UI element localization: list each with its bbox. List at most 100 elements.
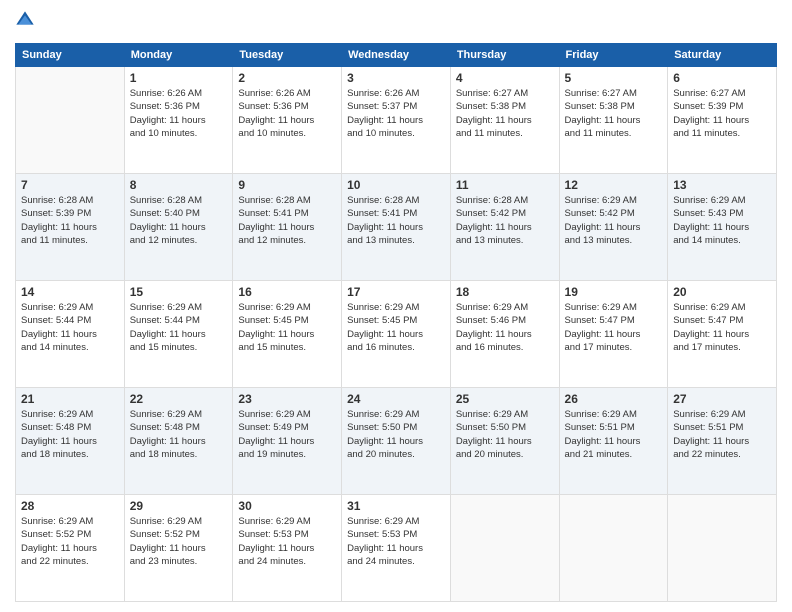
calendar-header-thursday: Thursday: [450, 44, 559, 67]
calendar-cell: 9 Sunrise: 6:28 AM Sunset: 5:41 PM Daylig…: [233, 174, 342, 281]
calendar-cell: 31 Sunrise: 6:29 AM Sunset: 5:53 PM Dayli…: [342, 495, 451, 602]
day-number: 17: [347, 285, 445, 299]
calendar-cell: 20Sunrise: 6:29 AM Sunset: 5:47 PM Dayli…: [668, 281, 777, 388]
day-number: 20: [673, 285, 771, 299]
day-info: Sunrise: 6:29 AM Sunset: 5:50 PM Dayligh…: [456, 408, 554, 461]
calendar-week-1: 1 Sunrise: 6:26 AM Sunset: 5:36 PM Daylig…: [16, 67, 777, 174]
day-number: 22: [130, 392, 228, 406]
day-number: 5: [565, 71, 663, 85]
day-info: Sunrise: 6:29 AM Sunset: 5:53 PM Dayligh…: [238, 515, 336, 568]
calendar-header-monday: Monday: [124, 44, 233, 67]
calendar-cell: [16, 67, 125, 174]
day-info: Sunrise: 6:27 AM Sunset: 5:39 PM Dayligh…: [673, 87, 771, 140]
day-info: Sunrise: 6:29 AM Sunset: 5:46 PM Dayligh…: [456, 301, 554, 354]
calendar-cell: 27 Sunrise: 6:29 AM Sunset: 5:51 PM Dayli…: [668, 388, 777, 495]
calendar-cell: 30 Sunrise: 6:29 AM Sunset: 5:53 PM Dayli…: [233, 495, 342, 602]
day-number: 16: [238, 285, 336, 299]
day-number: 26: [565, 392, 663, 406]
day-info: Sunrise: 6:28 AM Sunset: 5:39 PM Dayligh…: [21, 194, 119, 247]
day-info: Sunrise: 6:29 AM Sunset: 5:49 PM Dayligh…: [238, 408, 336, 461]
day-number: 2: [238, 71, 336, 85]
calendar-week-5: 28 Sunrise: 6:29 AM Sunset: 5:52 PM Dayli…: [16, 495, 777, 602]
calendar-cell: 16 Sunrise: 6:29 AM Sunset: 5:45 PM Dayli…: [233, 281, 342, 388]
day-number: 29: [130, 499, 228, 513]
day-info: Sunrise: 6:29 AM Sunset: 5:50 PM Dayligh…: [347, 408, 445, 461]
calendar-cell: 21 Sunrise: 6:29 AM Sunset: 5:48 PM Dayli…: [16, 388, 125, 495]
day-info: Sunrise: 6:28 AM Sunset: 5:41 PM Dayligh…: [238, 194, 336, 247]
calendar-week-3: 14 Sunrise: 6:29 AM Sunset: 5:44 PM Dayli…: [16, 281, 777, 388]
day-info: Sunrise: 6:29 AM Sunset: 5:51 PM Dayligh…: [565, 408, 663, 461]
day-info: Sunrise: 6:29 AM Sunset: 5:51 PM Dayligh…: [673, 408, 771, 461]
day-number: 4: [456, 71, 554, 85]
day-number: 18: [456, 285, 554, 299]
calendar-cell: 5 Sunrise: 6:27 AM Sunset: 5:38 PM Daylig…: [559, 67, 668, 174]
calendar-cell: 13 Sunrise: 6:29 AM Sunset: 5:43 PM Dayli…: [668, 174, 777, 281]
day-info: Sunrise: 6:29 AM Sunset: 5:53 PM Dayligh…: [347, 515, 445, 568]
calendar-cell: 26 Sunrise: 6:29 AM Sunset: 5:51 PM Dayli…: [559, 388, 668, 495]
calendar-header-wednesday: Wednesday: [342, 44, 451, 67]
day-number: 24: [347, 392, 445, 406]
calendar-cell: 25 Sunrise: 6:29 AM Sunset: 5:50 PM Dayli…: [450, 388, 559, 495]
day-number: 14: [21, 285, 119, 299]
calendar-header-friday: Friday: [559, 44, 668, 67]
calendar-cell: 10 Sunrise: 6:28 AM Sunset: 5:41 PM Dayli…: [342, 174, 451, 281]
calendar-cell: [559, 495, 668, 602]
calendar-cell: 3 Sunrise: 6:26 AM Sunset: 5:37 PM Daylig…: [342, 67, 451, 174]
day-info: Sunrise: 6:26 AM Sunset: 5:36 PM Dayligh…: [238, 87, 336, 140]
calendar-cell: 23 Sunrise: 6:29 AM Sunset: 5:49 PM Dayli…: [233, 388, 342, 495]
day-number: 13: [673, 178, 771, 192]
calendar-cell: [668, 495, 777, 602]
calendar-cell: 7 Sunrise: 6:28 AM Sunset: 5:39 PM Daylig…: [16, 174, 125, 281]
day-info: Sunrise: 6:29 AM Sunset: 5:42 PM Dayligh…: [565, 194, 663, 247]
calendar-cell: 4Sunrise: 6:27 AM Sunset: 5:38 PM Daylig…: [450, 67, 559, 174]
calendar-cell: 14 Sunrise: 6:29 AM Sunset: 5:44 PM Dayli…: [16, 281, 125, 388]
calendar-cell: 22 Sunrise: 6:29 AM Sunset: 5:48 PM Dayli…: [124, 388, 233, 495]
calendar-header-row: SundayMondayTuesdayWednesdayThursdayFrid…: [16, 44, 777, 67]
calendar-header-sunday: Sunday: [16, 44, 125, 67]
day-number: 1: [130, 71, 228, 85]
day-info: Sunrise: 6:29 AM Sunset: 5:45 PM Dayligh…: [238, 301, 336, 354]
day-number: 25: [456, 392, 554, 406]
day-info: Sunrise: 6:29 AM Sunset: 5:44 PM Dayligh…: [21, 301, 119, 354]
day-number: 11: [456, 178, 554, 192]
day-info: Sunrise: 6:29 AM Sunset: 5:48 PM Dayligh…: [21, 408, 119, 461]
day-info: Sunrise: 6:29 AM Sunset: 5:47 PM Dayligh…: [565, 301, 663, 354]
calendar-cell: 18 Sunrise: 6:29 AM Sunset: 5:46 PM Dayli…: [450, 281, 559, 388]
calendar-cell: 24 Sunrise: 6:29 AM Sunset: 5:50 PM Dayli…: [342, 388, 451, 495]
day-info: Sunrise: 6:28 AM Sunset: 5:40 PM Dayligh…: [130, 194, 228, 247]
day-info: Sunrise: 6:27 AM Sunset: 5:38 PM Dayligh…: [565, 87, 663, 140]
day-number: 31: [347, 499, 445, 513]
page: SundayMondayTuesdayWednesdayThursdayFrid…: [0, 0, 792, 612]
day-info: Sunrise: 6:26 AM Sunset: 5:37 PM Dayligh…: [347, 87, 445, 140]
day-number: 7: [21, 178, 119, 192]
day-number: 19: [565, 285, 663, 299]
day-info: Sunrise: 6:29 AM Sunset: 5:52 PM Dayligh…: [21, 515, 119, 568]
calendar-header-tuesday: Tuesday: [233, 44, 342, 67]
day-number: 21: [21, 392, 119, 406]
logo-icon: [15, 10, 35, 30]
day-number: 30: [238, 499, 336, 513]
logo: [15, 10, 39, 35]
calendar-cell: 6Sunrise: 6:27 AM Sunset: 5:39 PM Daylig…: [668, 67, 777, 174]
day-info: Sunrise: 6:29 AM Sunset: 5:48 PM Dayligh…: [130, 408, 228, 461]
day-number: 28: [21, 499, 119, 513]
day-number: 23: [238, 392, 336, 406]
calendar-week-4: 21 Sunrise: 6:29 AM Sunset: 5:48 PM Dayli…: [16, 388, 777, 495]
day-number: 12: [565, 178, 663, 192]
day-number: 27: [673, 392, 771, 406]
header: [15, 10, 777, 35]
day-info: Sunrise: 6:29 AM Sunset: 5:43 PM Dayligh…: [673, 194, 771, 247]
calendar-table: SundayMondayTuesdayWednesdayThursdayFrid…: [15, 43, 777, 602]
day-info: Sunrise: 6:26 AM Sunset: 5:36 PM Dayligh…: [130, 87, 228, 140]
calendar-cell: 28 Sunrise: 6:29 AM Sunset: 5:52 PM Dayli…: [16, 495, 125, 602]
day-info: Sunrise: 6:29 AM Sunset: 5:45 PM Dayligh…: [347, 301, 445, 354]
calendar-cell: 19 Sunrise: 6:29 AM Sunset: 5:47 PM Dayli…: [559, 281, 668, 388]
calendar-cell: 11Sunrise: 6:28 AM Sunset: 5:42 PM Dayli…: [450, 174, 559, 281]
day-number: 3: [347, 71, 445, 85]
day-number: 10: [347, 178, 445, 192]
calendar-cell: 2 Sunrise: 6:26 AM Sunset: 5:36 PM Daylig…: [233, 67, 342, 174]
day-number: 9: [238, 178, 336, 192]
day-info: Sunrise: 6:28 AM Sunset: 5:41 PM Dayligh…: [347, 194, 445, 247]
calendar-cell: 12 Sunrise: 6:29 AM Sunset: 5:42 PM Dayli…: [559, 174, 668, 281]
day-number: 15: [130, 285, 228, 299]
